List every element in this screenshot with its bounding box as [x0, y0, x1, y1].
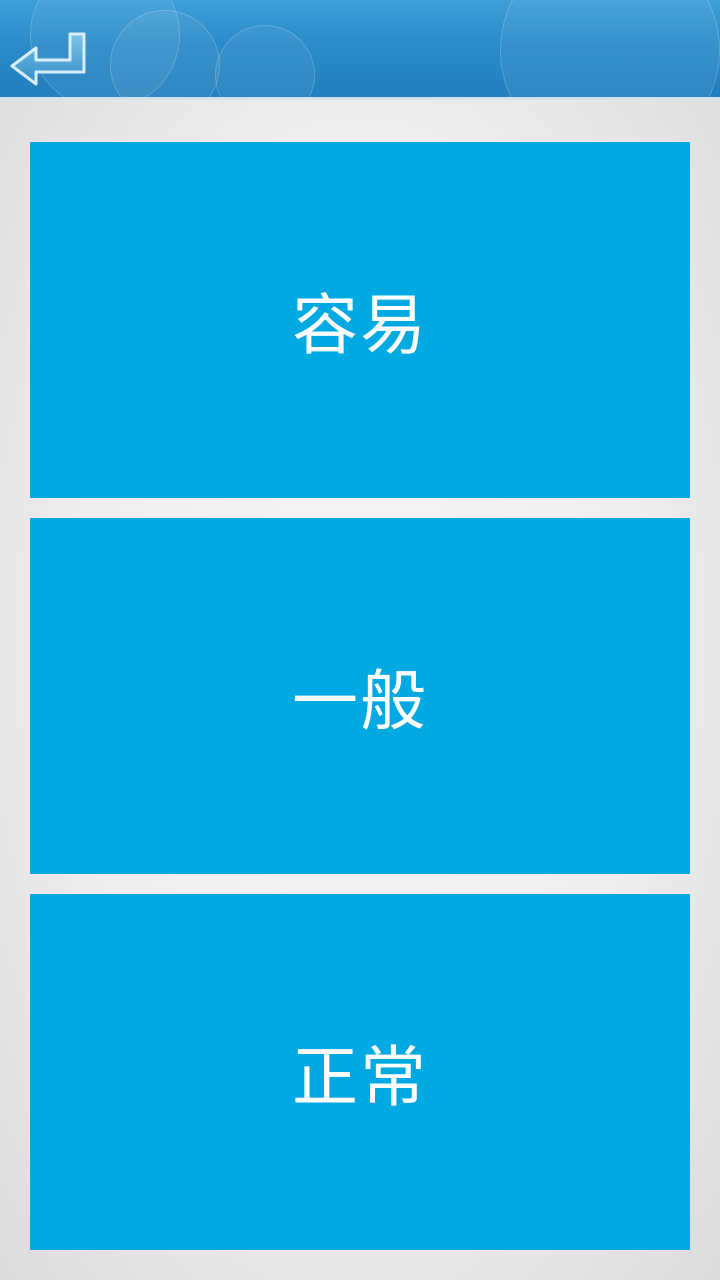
back-button[interactable] — [6, 26, 90, 92]
decorative-bubble — [500, 0, 720, 97]
header-bar — [0, 0, 720, 100]
return-arrow-icon — [10, 32, 86, 86]
decorative-bubble — [215, 25, 315, 97]
difficulty-easy-button[interactable]: 容易 — [30, 142, 690, 498]
difficulty-label: 正常 — [292, 1039, 428, 1116]
difficulty-label: 容易 — [292, 287, 428, 364]
difficulty-options: 容易 一般 正常 — [30, 142, 690, 1250]
difficulty-label: 一般 — [292, 663, 428, 740]
difficulty-standard-button[interactable]: 正常 — [30, 894, 690, 1250]
difficulty-normal-button[interactable]: 一般 — [30, 518, 690, 874]
